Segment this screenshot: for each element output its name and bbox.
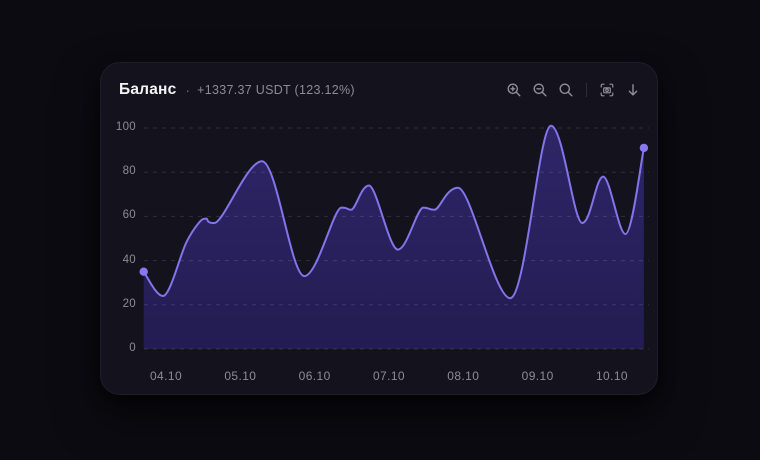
x-tick-label: 05.10 xyxy=(203,369,277,383)
chart-end-dot xyxy=(640,144,648,152)
x-tick-label: 04.10 xyxy=(129,369,203,383)
balance-chart-canvas xyxy=(101,63,659,396)
x-tick-label: 08.10 xyxy=(426,369,500,383)
x-tick-label: 07.10 xyxy=(352,369,426,383)
y-tick-label: 0 xyxy=(101,342,136,354)
y-tick-label: 20 xyxy=(101,298,136,310)
page-background: Баланс · +1337.37 USDT (123.12%) xyxy=(0,0,760,460)
y-tick-label: 40 xyxy=(101,254,136,266)
chart-area-fill xyxy=(144,126,644,349)
x-tick-label: 06.10 xyxy=(278,369,352,383)
x-tick-label: 09.10 xyxy=(501,369,575,383)
y-tick-label: 60 xyxy=(101,209,136,221)
balance-card: Баланс · +1337.37 USDT (123.12%) xyxy=(100,62,658,395)
chart-start-dot xyxy=(140,268,148,276)
y-tick-label: 80 xyxy=(101,165,136,177)
y-tick-label: 100 xyxy=(101,121,136,133)
x-tick-label: 10.10 xyxy=(575,369,649,383)
balance-chart: 0 20 40 60 80 100 04.1005.1006.1007.1008.1009… xyxy=(101,63,659,396)
